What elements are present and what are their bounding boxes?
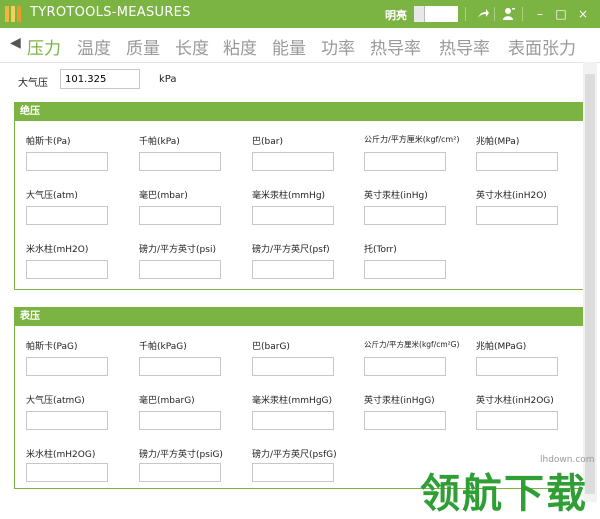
field-label: 巴(barG) — [252, 342, 290, 352]
gauge-pressure-title: 表压 — [15, 308, 583, 326]
category-tabs: ◀ 压力 温度 质量 长度 粘度 能量 功率 热导率 热导率 表面张力 — [0, 28, 600, 63]
inhgg-input[interactable] — [364, 411, 446, 430]
close-button[interactable]: × — [574, 5, 592, 23]
field-label: 千帕(kPaG) — [139, 342, 187, 352]
psf-input[interactable] — [252, 260, 334, 279]
user-icon — [503, 8, 515, 20]
mbar-input[interactable] — [139, 206, 221, 225]
psig-input[interactable] — [139, 463, 221, 482]
bar-input[interactable] — [252, 152, 334, 171]
mmhg-input[interactable] — [252, 206, 334, 225]
tab-temperature[interactable]: 温度 — [77, 34, 111, 59]
kpag-input[interactable] — [139, 357, 221, 376]
tab-prev-arrow-icon[interactable]: ◀ — [10, 35, 21, 51]
absolute-pressure-panel: 绝压 帕斯卡(Pa) 千帕(kPa) 巴(bar) 公斤力/平方厘米(kgf/c… — [14, 102, 584, 290]
inh2og-input[interactable] — [476, 411, 558, 430]
tab-power[interactable]: 功率 — [321, 34, 355, 59]
tab-pressure[interactable]: 压力 — [27, 34, 61, 59]
barg-input[interactable] — [252, 357, 334, 376]
theme-label: 明亮 — [385, 9, 407, 22]
tab-mass[interactable]: 质量 — [126, 34, 160, 59]
field-label: 巴(bar) — [252, 137, 283, 147]
field-label: 毫米汞柱(mmHg) — [252, 191, 326, 201]
tab-surface-tension[interactable]: 表面张力 — [508, 34, 576, 59]
atm-input[interactable] — [26, 206, 108, 225]
pa-input[interactable] — [26, 152, 108, 171]
torr-input[interactable] — [364, 260, 446, 279]
app-title: TYROTOOLS-MEASURES — [30, 5, 191, 20]
vertical-scrollbar[interactable] — [583, 62, 597, 502]
mmhgg-input[interactable] — [252, 411, 334, 430]
mh2og-input[interactable] — [26, 463, 108, 482]
field-label: 英寸汞柱(inHgG) — [364, 396, 435, 406]
atmosphere-unit: kPa — [159, 74, 177, 85]
mbarg-input[interactable] — [139, 411, 221, 430]
kgf-cm2-input[interactable] — [364, 152, 446, 171]
field-label: 帕斯卡(PaG) — [26, 342, 78, 352]
atmg-input[interactable] — [26, 411, 108, 430]
field-label: 英寸汞柱(inHg) — [364, 191, 428, 201]
absolute-pressure-title: 绝压 — [15, 103, 583, 121]
psi-input[interactable] — [139, 260, 221, 279]
title-separator — [494, 7, 495, 21]
user-button[interactable] — [500, 5, 518, 23]
minimize-button[interactable]: – — [531, 5, 549, 23]
mpa-input[interactable] — [476, 152, 558, 171]
field-label: 托(Torr) — [364, 245, 397, 255]
tab-energy[interactable]: 能量 — [272, 34, 306, 59]
title-separator — [465, 7, 466, 21]
kgf-cm2g-input[interactable] — [364, 357, 446, 376]
title-bar: TYROTOOLS-MEASURES 明亮 – □ × — [0, 0, 600, 28]
inh2o-input[interactable] — [476, 206, 558, 225]
mh2o-input[interactable] — [26, 260, 108, 279]
mpag-input[interactable] — [476, 357, 558, 376]
tab-thermal-conductivity[interactable]: 热导率 — [370, 34, 421, 59]
field-label: 磅力/平方英寸(psi) — [139, 245, 216, 255]
kpa-input[interactable] — [139, 152, 221, 171]
field-label: 米水柱(mH2OG) — [26, 450, 96, 460]
field-label: 磅力/平方英寸(psiG) — [139, 450, 223, 460]
field-label: 兆帕(MPaG) — [476, 342, 527, 352]
field-label: 米水柱(mH2O) — [26, 245, 89, 255]
field-label: 公斤力/平方厘米(kgf/cm²G) — [364, 340, 460, 349]
field-label: 千帕(kPa) — [139, 137, 180, 147]
gauge-pressure-panel: 表压 帕斯卡(PaG) 千帕(kPaG) 巴(barG) 公斤力/平方厘米(kg… — [14, 307, 584, 489]
theme-slider[interactable] — [414, 6, 458, 22]
share-button[interactable] — [474, 5, 492, 23]
psfg-input[interactable] — [252, 463, 334, 482]
field-label: 帕斯卡(Pa) — [26, 137, 71, 147]
field-label: 兆帕(MPa) — [476, 137, 520, 147]
atmosphere-input[interactable] — [60, 69, 140, 89]
field-label: 英寸水柱(inH2O) — [476, 191, 547, 201]
field-label: 毫巴(mbar) — [139, 191, 188, 201]
title-separator — [522, 7, 523, 21]
atmosphere-label: 大气压 — [18, 78, 48, 89]
share-icon — [478, 9, 489, 18]
field-label: 毫巴(mbarG) — [139, 396, 195, 406]
field-label: 大气压(atmG) — [26, 396, 85, 406]
field-label: 毫米汞柱(mmHgG) — [252, 396, 333, 406]
field-label: 大气压(atm) — [26, 191, 78, 201]
tab-viscosity[interactable]: 粘度 — [223, 34, 257, 59]
theme-slider-knob[interactable] — [414, 6, 425, 22]
field-label: 公斤力/平方厘米(kgf/cm²) — [364, 135, 460, 144]
maximize-button[interactable]: □ — [552, 5, 570, 23]
inhg-input[interactable] — [364, 206, 446, 225]
field-label: 磅力/平方英尺(psf) — [252, 245, 330, 255]
app-logo-icon — [5, 6, 21, 22]
tab-thermal-conductivity-2[interactable]: 热导率 — [439, 34, 490, 59]
tab-length[interactable]: 长度 — [175, 34, 209, 59]
pag-input[interactable] — [26, 357, 108, 376]
field-label: 磅力/平方英尺(psfG) — [252, 450, 337, 460]
field-label: 英寸水柱(inH2OG) — [476, 396, 554, 406]
scrollbar-thumb[interactable] — [585, 74, 595, 494]
